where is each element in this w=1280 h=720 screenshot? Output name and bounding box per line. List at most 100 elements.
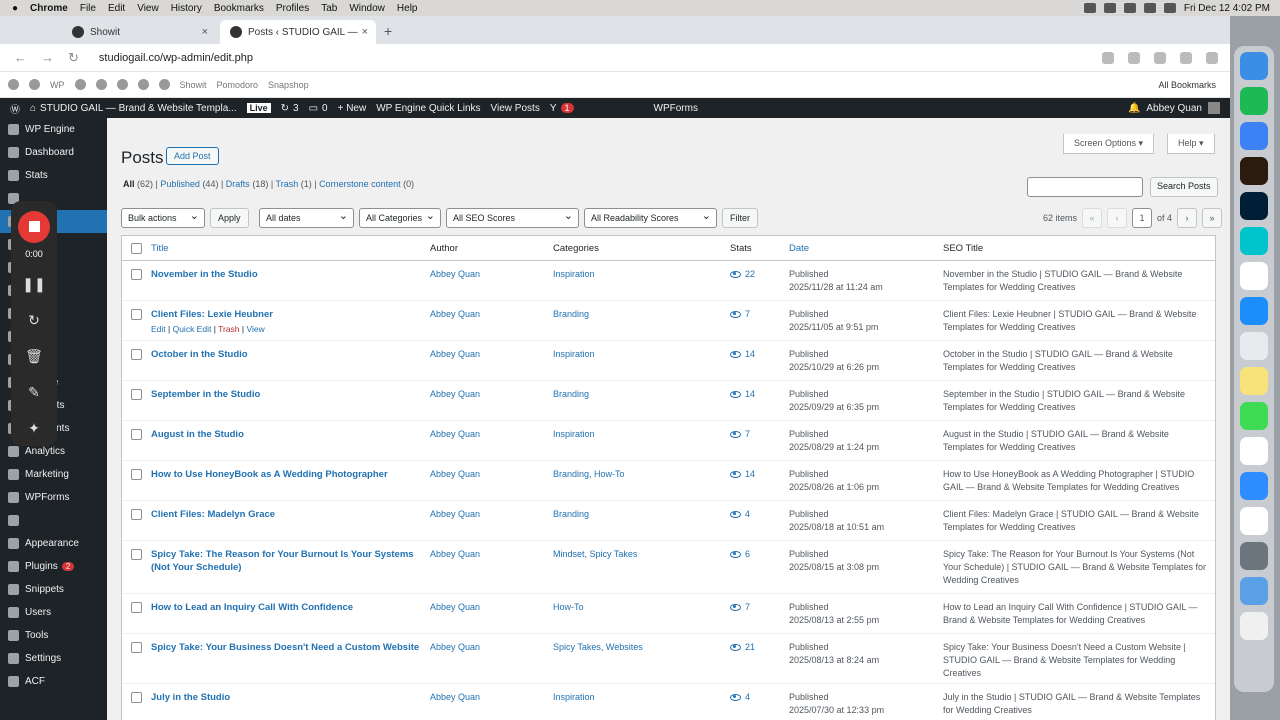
restart-icon[interactable]: ↻ xyxy=(28,303,40,339)
comments[interactable]: ▭ 0 xyxy=(309,103,328,114)
post-title-link[interactable]: Client Files: Madelyn Grace xyxy=(151,508,421,521)
sidebar-item[interactable]: Dashboard xyxy=(0,141,107,164)
stop-recording-button[interactable] xyxy=(18,211,50,243)
notes-icon[interactable] xyxy=(1240,367,1268,395)
category-links[interactable]: Inspiration xyxy=(553,428,723,441)
bookmark-icon[interactable] xyxy=(29,79,40,90)
bookmark-icon[interactable] xyxy=(137,79,149,90)
live-badge[interactable]: Live xyxy=(246,103,271,113)
clock[interactable]: Fri Dec 12 4:02 PM xyxy=(1184,3,1270,14)
row-checkbox[interactable] xyxy=(131,309,142,320)
category-links[interactable]: Spicy Takes, Websites xyxy=(553,641,723,654)
sidebar-item[interactable]: Users xyxy=(0,601,107,624)
category-links[interactable]: Inspiration xyxy=(553,691,723,704)
all-bookmarks[interactable]: All Bookmarks xyxy=(1158,80,1216,90)
filter-drafts[interactable]: Drafts xyxy=(226,179,250,189)
preview-icon[interactable] xyxy=(1240,542,1268,570)
forward-icon[interactable]: → xyxy=(41,50,54,65)
bookmark-snapshop[interactable]: Snapshop xyxy=(268,80,309,90)
pause-icon[interactable]: ❚❚ xyxy=(22,267,45,303)
author-link[interactable]: Abbey Quan xyxy=(430,308,480,321)
menubar-item[interactable]: File xyxy=(80,3,96,14)
author-link[interactable]: Abbey Quan xyxy=(430,348,480,361)
avatar[interactable] xyxy=(1208,102,1220,114)
stats-link[interactable]: 21 xyxy=(730,641,755,654)
wpforms-menu[interactable]: WPForms xyxy=(654,103,698,114)
author-link[interactable]: Abbey Quan xyxy=(430,601,480,614)
bookmark-icon[interactable] xyxy=(8,79,19,90)
row-checkbox[interactable] xyxy=(131,389,142,400)
category-links[interactable]: Mindset, Spicy Takes xyxy=(553,548,723,561)
stats-link[interactable]: 4 xyxy=(730,508,750,521)
menubar-item[interactable]: Window xyxy=(349,3,385,14)
sidebar-item[interactable]: WPForms xyxy=(0,486,107,509)
search-icon[interactable] xyxy=(1163,3,1176,13)
search-posts-button[interactable]: Search Posts xyxy=(1150,177,1218,197)
filter-trash[interactable]: Trash xyxy=(276,179,299,189)
tab-posts[interactable]: Posts ‹ STUDIO GAIL — Brand× xyxy=(220,20,376,44)
edit-link[interactable]: Edit xyxy=(151,324,166,334)
folder-icon[interactable] xyxy=(1240,577,1268,605)
sidebar-item[interactable]: Plugins 2 xyxy=(0,555,107,578)
site-name[interactable]: ⌂ STUDIO GAIL — Brand & Website Templa... xyxy=(30,103,237,114)
chrome-icon[interactable] xyxy=(1240,332,1268,360)
row-checkbox[interactable] xyxy=(131,349,142,360)
wifi-icon[interactable] xyxy=(1143,3,1156,13)
menubar-item[interactable]: View xyxy=(137,3,159,14)
row-checkbox[interactable] xyxy=(131,469,142,480)
last-page-button[interactable]: » xyxy=(1202,208,1223,228)
stats-link[interactable]: 4 xyxy=(730,691,750,704)
author-link[interactable]: Abbey Quan xyxy=(430,548,480,561)
safari-icon[interactable] xyxy=(1240,297,1268,325)
post-title-link[interactable]: Spicy Take: Your Business Doesn't Need a… xyxy=(151,641,421,654)
screen-options-button[interactable]: Screen Options ▾ xyxy=(1063,134,1155,154)
extension-icon[interactable] xyxy=(1180,51,1192,64)
effects-icon[interactable]: ✦ xyxy=(28,410,40,446)
author-link[interactable]: Abbey Quan xyxy=(430,691,480,704)
menubar-item[interactable]: Tab xyxy=(321,3,337,14)
menubar-item[interactable]: Edit xyxy=(108,3,125,14)
apply-button[interactable]: Apply xyxy=(210,208,249,228)
post-title-link[interactable]: How to Lead an Inquiry Call With Confide… xyxy=(151,601,421,614)
messages-icon[interactable] xyxy=(1240,402,1268,430)
stats-link[interactable]: 14 xyxy=(730,468,755,481)
apple-icon[interactable]: ● xyxy=(12,3,18,14)
trash-icon[interactable] xyxy=(1240,612,1268,640)
author-link[interactable]: Abbey Quan xyxy=(430,268,480,281)
back-icon[interactable]: ← xyxy=(14,50,27,65)
yoast-menu[interactable]: Y1 xyxy=(550,103,574,114)
extension-icon[interactable] xyxy=(1128,51,1140,64)
bookmark-icon[interactable] xyxy=(74,79,86,90)
column-date[interactable]: Date xyxy=(789,243,809,254)
extension-icon[interactable] xyxy=(1154,51,1166,64)
close-tab-icon[interactable]: × xyxy=(202,26,208,38)
sidebar-item[interactable]: Settings xyxy=(0,647,107,670)
prev-page-button[interactable]: ‹ xyxy=(1107,208,1128,228)
updates[interactable]: ↻ 3 xyxy=(281,103,299,114)
post-title-link[interactable]: August in the Studio xyxy=(151,428,421,441)
profile-icon[interactable] xyxy=(1206,51,1218,64)
help-button[interactable]: Help ▾ xyxy=(1167,134,1215,154)
stats-link[interactable]: 7 xyxy=(730,308,750,321)
menubar-app[interactable]: Chrome xyxy=(30,3,68,14)
bookmark-showit[interactable]: Showit xyxy=(180,80,207,90)
draw-icon[interactable]: ✎ xyxy=(28,374,40,410)
row-checkbox[interactable] xyxy=(131,549,142,560)
bookmark-icon[interactable] xyxy=(158,79,170,90)
author-link[interactable]: Abbey Quan xyxy=(430,508,480,521)
post-title-link[interactable]: November in the Studio xyxy=(151,268,421,281)
close-tab-icon[interactable]: × xyxy=(362,26,368,38)
row-checkbox[interactable] xyxy=(131,509,142,520)
stats-link[interactable]: 14 xyxy=(730,348,755,361)
status-icon[interactable] xyxy=(1083,3,1096,13)
post-title-link[interactable]: Client Files: Lexie Heubner xyxy=(151,308,421,321)
author-link[interactable]: Abbey Quan xyxy=(430,428,480,441)
stats-link[interactable]: 22 xyxy=(730,268,755,281)
delete-icon[interactable]: 🗑 xyxy=(25,339,43,375)
stats-link[interactable]: 6 xyxy=(730,548,750,561)
star-icon[interactable] xyxy=(1102,51,1114,64)
sidebar-item[interactable] xyxy=(0,509,107,532)
tab-showit[interactable]: Showit × xyxy=(62,20,216,44)
bulk-actions-select[interactable]: Bulk actions xyxy=(121,208,205,228)
slack-icon[interactable] xyxy=(1240,507,1268,535)
